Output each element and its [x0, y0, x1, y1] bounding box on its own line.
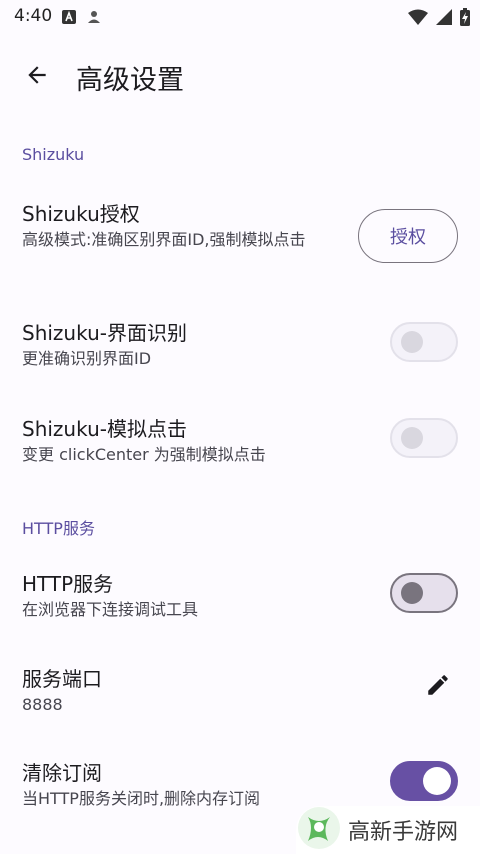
shizuku-simulate-click-subtitle: 变更 clickCenter 为强制模拟点击 [22, 445, 266, 464]
shizuku-simulate-click-switch[interactable] [390, 418, 458, 458]
status-notification-icons [62, 9, 100, 28]
switch-thumb [401, 427, 423, 449]
site-watermark: 高新手游网 [296, 806, 480, 854]
shizuku-ui-recognition-switch[interactable] [390, 322, 458, 362]
switch-thumb [423, 767, 451, 795]
shizuku-simulate-click-row[interactable]: Shizuku-模拟点击 变更 clickCenter 为强制模拟点击 [0, 401, 480, 477]
battery-charging-icon [460, 8, 470, 30]
wifi-icon [408, 9, 428, 29]
status-system-icons [408, 8, 470, 30]
shizuku-auth-title: Shizuku授权 [22, 202, 140, 226]
switch-thumb [401, 331, 423, 353]
shizuku-ui-recognition-title: Shizuku-界面识别 [22, 321, 187, 345]
status-time: 4:40 [14, 6, 53, 26]
person-notification-icon [88, 9, 100, 28]
watermark-logo-icon [296, 805, 342, 854]
signal-icon [436, 9, 452, 29]
shizuku-ui-recognition-subtitle: 更准确识别界面ID [22, 349, 152, 368]
shizuku-simulate-click-title: Shizuku-模拟点击 [22, 417, 187, 441]
http-service-subtitle: 在浏览器下连接调试工具 [22, 600, 199, 619]
service-port-title: 服务端口 [22, 667, 102, 691]
back-button[interactable] [14, 54, 60, 100]
section-header-http: HTTP服务 [22, 519, 95, 538]
top-app-bar: 高级设置 [0, 34, 480, 120]
edit-port-button[interactable] [418, 667, 458, 707]
a-notification-icon [62, 9, 76, 28]
pencil-icon [425, 672, 451, 702]
service-port-value: 8888 [22, 695, 63, 714]
clear-subscriptions-title: 清除订阅 [22, 761, 102, 785]
shizuku-auth-subtitle: 高级模式:准确区别界面ID,强制模拟点击 [22, 230, 306, 249]
arrow-back-icon [24, 62, 50, 92]
status-bar: 4:40 [0, 0, 480, 34]
shizuku-auth-row: Shizuku授权 高级模式:准确区别界面ID,强制模拟点击 授权 [0, 186, 480, 286]
shizuku-ui-recognition-row[interactable]: Shizuku-界面识别 更准确识别界面ID [0, 305, 480, 381]
http-service-row[interactable]: HTTP服务 在浏览器下连接调试工具 [0, 556, 480, 632]
clear-subscriptions-switch[interactable] [390, 761, 458, 801]
page-title: 高级设置 [76, 65, 184, 96]
watermark-text: 高新手游网 [348, 820, 459, 845]
switch-thumb [401, 582, 423, 604]
authorize-button[interactable]: 授权 [358, 209, 458, 263]
service-port-row[interactable]: 服务端口 8888 [0, 651, 480, 727]
section-header-shizuku: Shizuku [22, 145, 85, 164]
http-service-title: HTTP服务 [22, 572, 114, 596]
http-service-switch[interactable] [390, 573, 458, 613]
